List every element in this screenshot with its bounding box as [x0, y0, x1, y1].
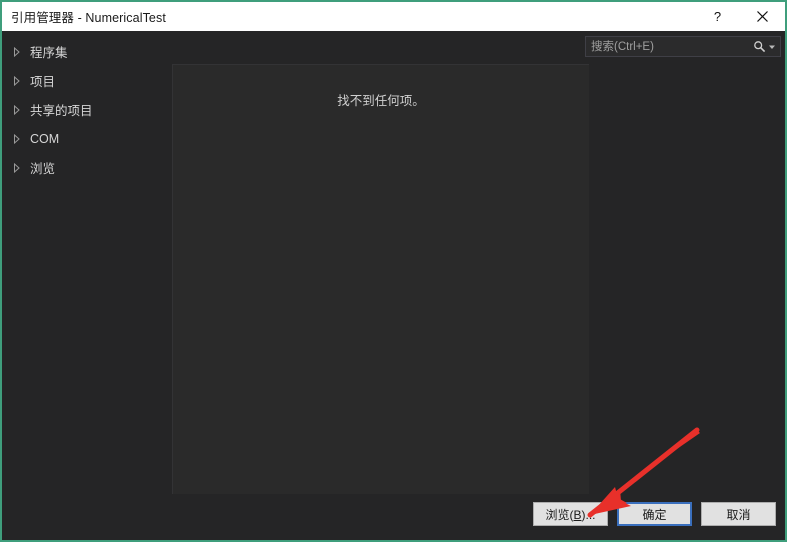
sidebar-item-label: 项目 [30, 75, 56, 89]
sidebar-item-assemblies[interactable]: 程序集 [2, 37, 172, 66]
search-box[interactable] [585, 36, 781, 57]
close-icon [756, 10, 769, 23]
search-box-icons[interactable] [753, 40, 780, 53]
chevron-right-icon[interactable] [10, 74, 24, 88]
sidebar-item-label: 浏览 [30, 162, 56, 176]
browse-button[interactable]: 浏览(B)... [533, 502, 608, 526]
detail-pane [589, 64, 785, 499]
empty-state-message: 找不到任何项。 [337, 94, 425, 108]
sidebar-item-shared-projects[interactable]: 共享的项目 [2, 95, 172, 124]
cancel-button-label: 取消 [726, 507, 751, 522]
sidebar-item-label: COM [30, 131, 60, 146]
sidebar-item-projects[interactable]: 项目 [2, 66, 172, 95]
title-bar[interactable]: 引用管理器 - NumericalTest ? [2, 2, 785, 31]
window-title: 引用管理器 - NumericalTest [11, 11, 166, 25]
chevron-right-icon[interactable] [10, 161, 24, 175]
results-panel[interactable]: 找不到任何项。 [172, 64, 589, 499]
browse-button-label: 浏览(B)... [545, 507, 596, 522]
category-sidebar: 程序集 项目 共享的项目 COM 浏览 [2, 31, 172, 540]
sidebar-item-label: 程序集 [30, 46, 68, 60]
reference-manager-dialog: 引用管理器 - NumericalTest ? 程序集 项目 共享的项目 COM… [0, 0, 787, 542]
question-mark-icon: ? [713, 9, 722, 24]
dialog-body: 程序集 项目 共享的项目 COM 浏览 搜索(Ctrl+E) 找不到任何项。 浏… [2, 31, 785, 540]
search-input[interactable] [586, 37, 753, 56]
ok-button[interactable]: 确定 [617, 502, 692, 526]
sidebar-item-browse[interactable]: 浏览 [2, 153, 172, 182]
ok-button-label: 确定 [642, 507, 667, 522]
title-bar-buttons: ? [695, 2, 785, 31]
cancel-button[interactable]: 取消 [701, 502, 776, 526]
dialog-footer: 浏览(B)... 确定 取消 [2, 494, 785, 540]
help-button[interactable]: ? [695, 2, 740, 31]
chevron-down-icon[interactable] [768, 43, 776, 51]
chevron-right-icon[interactable] [10, 45, 24, 59]
close-button[interactable] [740, 2, 785, 31]
sidebar-item-label: 共享的项目 [30, 104, 93, 118]
sidebar-item-com[interactable]: COM [2, 124, 172, 153]
chevron-right-icon[interactable] [10, 103, 24, 117]
chevron-right-icon[interactable] [10, 132, 24, 146]
search-icon[interactable] [753, 40, 766, 53]
dialog-button-row: 浏览(B)... 确定 取消 [533, 502, 776, 526]
